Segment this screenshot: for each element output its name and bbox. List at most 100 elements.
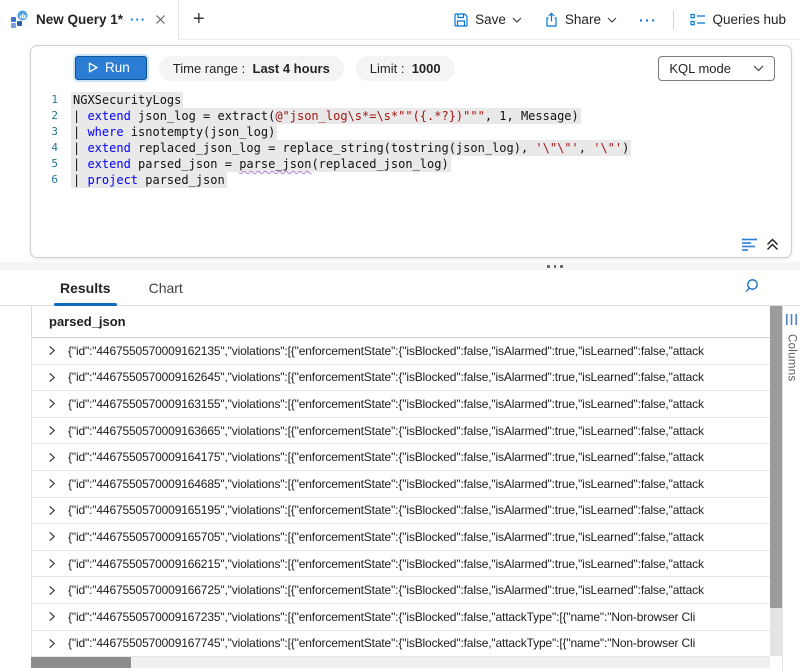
table-row[interactable]: {"id":"4467550570009164685","violations"… xyxy=(32,471,770,498)
table-row[interactable]: {"id":"4467550570009165195","violations"… xyxy=(32,498,770,525)
vertical-scrollbar-thumb[interactable] xyxy=(770,306,782,608)
code-line: 1NGXSecurityLogs xyxy=(31,92,791,108)
time-range-value: Last 4 hours xyxy=(253,61,330,76)
azure-data-explorer-window: New Query 1* ··· + Save xyxy=(0,0,800,671)
expand-row-icon[interactable] xyxy=(46,558,68,569)
horizontal-scrollbar[interactable] xyxy=(31,657,770,668)
share-label: Share xyxy=(565,12,601,27)
row-json-value: {"id":"4467550570009165195","violations"… xyxy=(68,503,704,517)
columns-panel-tab[interactable]: Columns xyxy=(783,306,800,381)
expand-row-icon[interactable] xyxy=(46,372,68,383)
grid-header-row[interactable]: parsed_json xyxy=(31,306,770,338)
table-row[interactable]: {"id":"4467550570009166725","violations"… xyxy=(32,577,770,604)
app-logo-icon xyxy=(10,10,29,29)
query-toolbar: Run Time range : Last 4 hours Limit : 10… xyxy=(31,46,791,90)
table-row[interactable]: {"id":"4467550570009162645","violations"… xyxy=(32,365,770,392)
code-line: 6| project parsed_json xyxy=(31,172,791,188)
chevron-down-icon xyxy=(512,17,522,23)
line-number: 6 xyxy=(31,172,71,188)
row-json-value: {"id":"4467550570009164685","violations"… xyxy=(68,477,704,491)
columns-tool-strip: Columns xyxy=(782,306,800,671)
line-number: 5 xyxy=(31,156,71,172)
run-button[interactable]: Run xyxy=(75,56,147,80)
time-range-pill[interactable]: Time range : Last 4 hours xyxy=(159,56,344,81)
columns-panel-label: Columns xyxy=(786,334,798,381)
query-mode-value: KQL mode xyxy=(669,61,731,76)
results-grid: parsed_json {"id":"4467550570009162135",… xyxy=(0,306,800,671)
chevron-down-icon xyxy=(753,65,764,72)
kql-code-editor[interactable]: 1NGXSecurityLogs2| extend json_log = ext… xyxy=(31,90,791,257)
grid-right-rail: Columns xyxy=(770,306,800,671)
code-line: 5| extend parsed_json = parse_json(repla… xyxy=(31,156,791,172)
table-row[interactable]: {"id":"4467550570009162135","violations"… xyxy=(32,338,770,365)
row-json-value: {"id":"4467550570009164175","violations"… xyxy=(68,450,704,464)
line-number: 4 xyxy=(31,140,71,156)
horizontal-scrollbar-thumb[interactable] xyxy=(31,657,131,668)
query-tab-bar: New Query 1* ··· + Save xyxy=(0,0,800,40)
columns-icon xyxy=(785,313,798,326)
expand-row-icon[interactable] xyxy=(46,505,68,516)
row-json-value: {"id":"4467550570009165705","violations"… xyxy=(68,530,704,544)
limit-pill[interactable]: Limit : 1000 xyxy=(356,56,455,81)
expand-row-icon[interactable] xyxy=(46,585,68,596)
table-row[interactable]: {"id":"4467550570009163665","violations"… xyxy=(32,418,770,445)
time-range-label: Time range : xyxy=(173,61,246,76)
vertical-scrollbar[interactable] xyxy=(770,306,782,656)
expand-row-icon[interactable] xyxy=(46,452,68,463)
splitter-drag-handle[interactable] xyxy=(547,265,563,268)
chevron-down-icon xyxy=(607,17,617,23)
tab-title: New Query 1* xyxy=(36,12,123,27)
expand-row-icon[interactable] xyxy=(46,398,68,409)
expand-row-icon[interactable] xyxy=(46,345,68,356)
save-button[interactable]: Save xyxy=(453,12,522,28)
tab-chart[interactable]: Chart xyxy=(149,270,183,306)
results-tab-bar: Results Chart xyxy=(0,270,800,306)
code-line: 4| extend replaced_json_log = replace_st… xyxy=(31,140,791,156)
queries-hub-button[interactable]: Queries hub xyxy=(690,12,786,27)
row-json-value: {"id":"4467550570009167745","violations"… xyxy=(68,636,695,650)
panel-splitter[interactable] xyxy=(0,262,800,270)
line-number: 1 xyxy=(31,92,71,108)
row-json-value: {"id":"4467550570009163155","violations"… xyxy=(68,397,704,411)
table-row[interactable]: {"id":"4467550570009167745","violations"… xyxy=(32,631,770,658)
row-json-value: {"id":"4467550570009167235","violations"… xyxy=(68,610,695,624)
table-row[interactable]: {"id":"4467550570009163155","violations"… xyxy=(32,391,770,418)
queries-hub-label: Queries hub xyxy=(712,12,786,27)
queries-hub-icon xyxy=(690,13,706,27)
save-label: Save xyxy=(475,12,506,27)
table-row[interactable]: {"id":"4467550570009167235","violations"… xyxy=(32,604,770,631)
code-line: 2| extend json_log = extract(@"json_log\… xyxy=(31,108,791,124)
row-json-value: {"id":"4467550570009166725","violations"… xyxy=(68,583,704,597)
expand-row-icon[interactable] xyxy=(46,638,68,649)
line-number: 3 xyxy=(31,124,71,140)
share-button[interactable]: Share xyxy=(544,12,617,28)
code-line: 3| where isnotempty(json_log) xyxy=(31,124,791,140)
query-tab[interactable]: New Query 1* ··· xyxy=(0,0,179,40)
row-json-value: {"id":"4467550570009162135","violations"… xyxy=(68,344,704,358)
limit-label: Limit : xyxy=(370,61,405,76)
expand-row-icon[interactable] xyxy=(46,531,68,542)
query-mode-select[interactable]: KQL mode xyxy=(658,56,775,81)
collapse-panel-icon[interactable] xyxy=(766,237,779,251)
expand-row-icon[interactable] xyxy=(46,425,68,436)
column-header-parsed-json[interactable]: parsed_json xyxy=(49,314,126,329)
tab-more-button[interactable]: ··· xyxy=(130,12,146,27)
query-summary-icon[interactable] xyxy=(741,238,758,251)
tab-close-icon[interactable] xyxy=(153,14,168,25)
table-row[interactable]: {"id":"4467550570009165705","violations"… xyxy=(32,524,770,551)
expand-row-icon[interactable] xyxy=(46,611,68,622)
table-row[interactable]: {"id":"4467550570009166215","violations"… xyxy=(32,551,770,578)
row-json-value: {"id":"4467550570009166215","violations"… xyxy=(68,557,704,571)
row-json-value: {"id":"4467550570009163665","violations"… xyxy=(68,424,704,438)
tab-results[interactable]: Results xyxy=(60,270,111,306)
new-tab-button[interactable]: + xyxy=(193,8,205,31)
table-row[interactable]: {"id":"4467550570009164175","violations"… xyxy=(32,444,770,471)
query-editor-card: Run Time range : Last 4 hours Limit : 10… xyxy=(30,45,792,258)
more-actions-button[interactable]: ··· xyxy=(639,12,658,28)
save-icon xyxy=(453,12,469,28)
header-divider xyxy=(673,10,674,30)
expand-row-icon[interactable] xyxy=(46,478,68,489)
line-number: 2 xyxy=(31,108,71,124)
code-lines: 1NGXSecurityLogs2| extend json_log = ext… xyxy=(31,92,791,188)
search-results-icon[interactable] xyxy=(745,278,762,295)
